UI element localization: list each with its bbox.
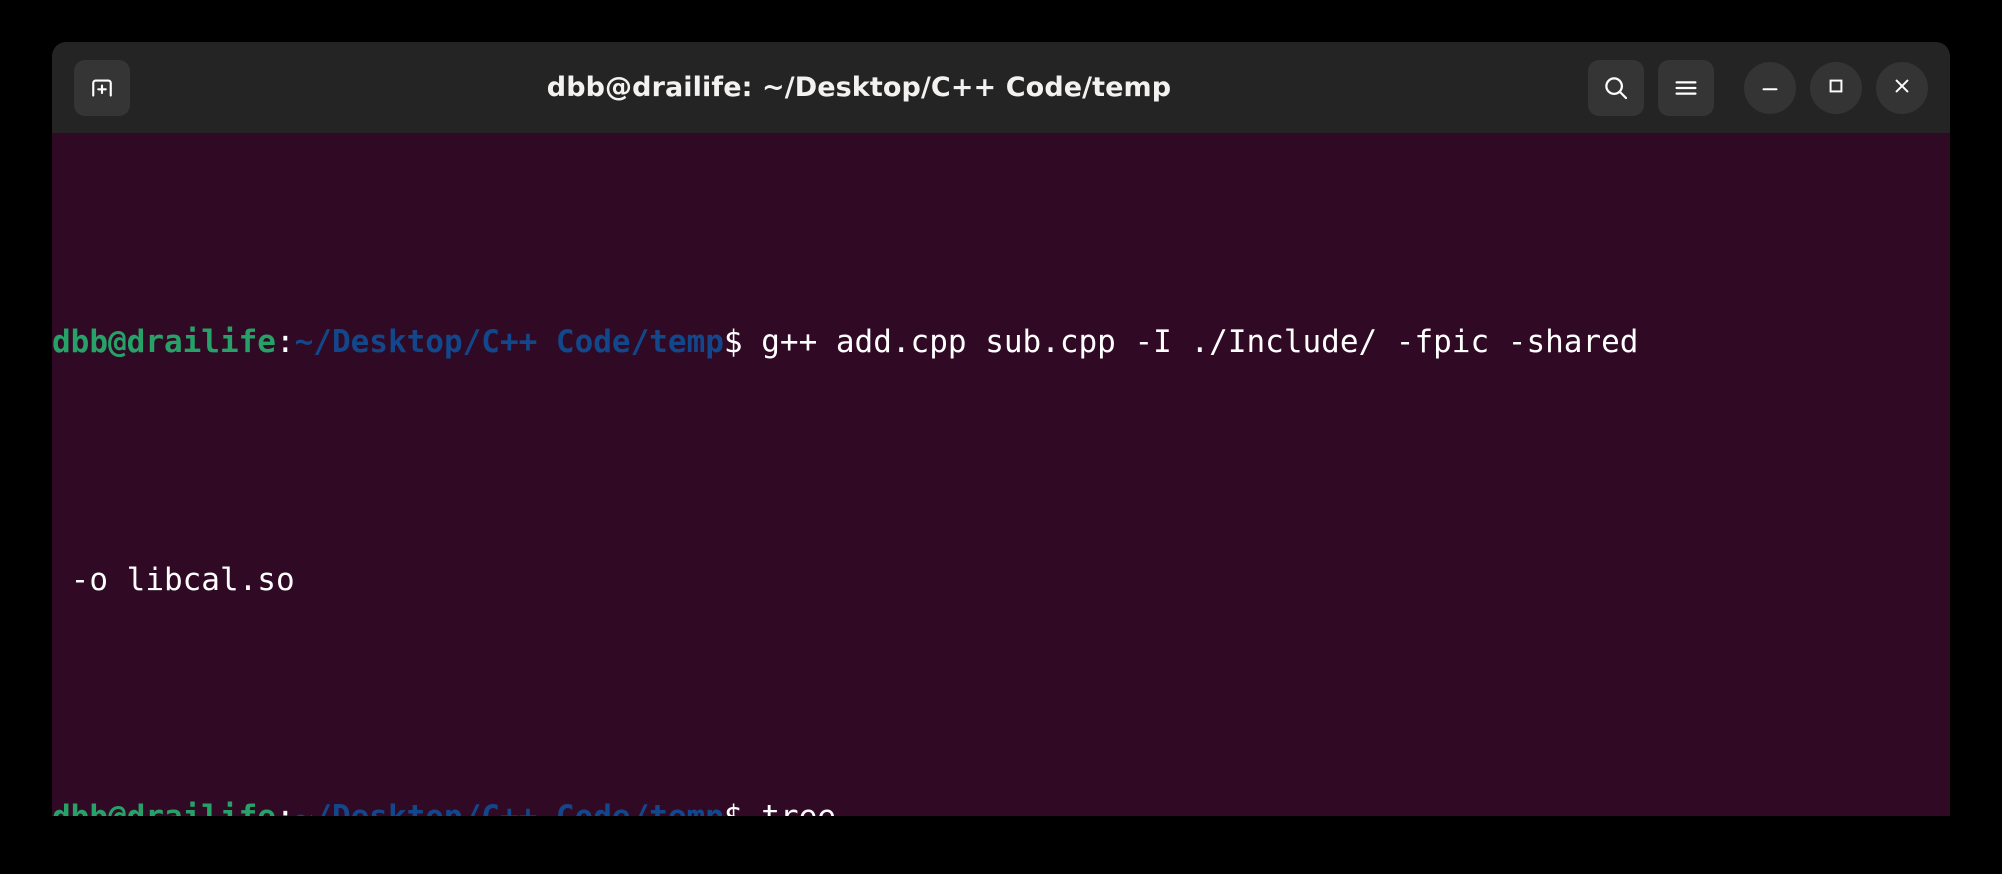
search-icon	[1601, 73, 1631, 103]
prompt-colon: :	[276, 799, 295, 816]
maximize-icon	[1823, 73, 1849, 103]
prompt-path: ~/Desktop/C++ Code/temp	[294, 324, 724, 360]
prompt-path: ~/Desktop/C++ Code/temp	[295, 799, 724, 816]
prompt-colon: :	[275, 324, 295, 360]
maximize-button[interactable]	[1810, 61, 1862, 114]
command-text: tree	[743, 799, 836, 816]
search-button[interactable]	[1588, 59, 1644, 116]
prompt-dollar: $	[724, 799, 743, 816]
terminal-scrollbar[interactable]	[1902, 224, 1950, 816]
prompt-user-host: dbb@drailife	[52, 324, 276, 360]
window-controls	[1588, 59, 1928, 116]
terminal-line: dbb@drailife:~/Desktop/C++ Code/temp$ g+…	[52, 319, 1950, 367]
title-bar: dbb@drailife: ~/Desktop/C++ Code/temp	[52, 42, 1950, 133]
new-tab-icon	[87, 73, 117, 103]
menu-button[interactable]	[1658, 59, 1714, 116]
terminal-line: dbb@drailife:~/Desktop/C++ Code/temp$ tr…	[52, 794, 1950, 816]
close-icon	[1889, 73, 1915, 103]
minimize-button[interactable]	[1744, 61, 1796, 114]
terminal-window: dbb@drailife: ~/Desktop/C++ Code/temp db…	[52, 42, 1950, 816]
terminal-output: dbb@drailife:~/Desktop/C++ Code/temp$ g+…	[52, 133, 1950, 816]
minimize-icon	[1757, 73, 1783, 103]
terminal-content-area[interactable]: dbb@drailife:~/Desktop/C++ Code/temp$ g+…	[52, 133, 1950, 816]
prompt-user-host: dbb@drailife	[52, 799, 276, 816]
hamburger-menu-icon	[1671, 73, 1701, 103]
close-button[interactable]	[1876, 61, 1928, 114]
command-wrap-text: -o libcal.so	[52, 561, 295, 598]
window-title: dbb@drailife: ~/Desktop/C++ Code/temp	[546, 72, 1172, 103]
command-text: g++ add.cpp sub.cpp -I ./Include/ -fpic …	[742, 324, 1639, 360]
prompt-dollar: $	[723, 324, 743, 360]
terminal-line: -o libcal.so	[52, 557, 1950, 605]
new-tab-button[interactable]	[74, 59, 130, 116]
